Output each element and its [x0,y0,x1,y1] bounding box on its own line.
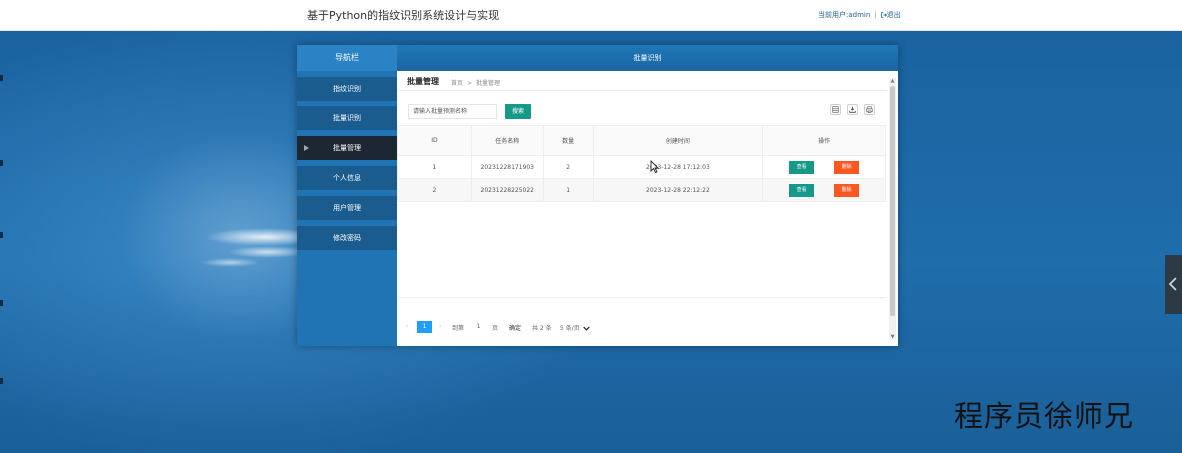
page-title: 批量管理 [407,77,439,86]
sidebar: 导航栏 指纹识别 批量识别 批量管理 个人信息 用户管理 修改密码 [297,45,397,346]
watermark-text: 程序员徐师兄 [954,399,1135,433]
content-area: 批量识别 批量管理 首页>批量管理 搜索 ID 任务名称 数量 创建时间 [397,45,898,346]
prev-page-icon[interactable]: ‹ [406,323,408,330]
edge-mark [0,232,3,238]
search-input[interactable] [408,104,497,119]
sidebar-item-fingerprint-recognition[interactable]: 指纹识别 [297,77,397,101]
export-icon[interactable] [847,104,858,115]
next-page-icon[interactable]: › [439,323,441,330]
sidebar-item-user-management[interactable]: 用户管理 [297,196,397,220]
cell-task-name: 20231228225022 [470,178,544,202]
cell-task-name: 20231228171903 [470,155,544,179]
print-icon[interactable] [864,104,875,115]
sidebar-item-batch-management[interactable]: 批量管理 [297,136,397,160]
page-unit-label: 页 [492,325,499,332]
column-header-created-time: 创建时间 [592,125,764,156]
sidebar-item-label: 批量管理 [333,144,361,152]
sidebar-item-batch-recognition[interactable]: 批量识别 [297,106,397,130]
breadcrumb: 首页 > 批量管理 [451,78,504,87]
sidebar-item-label: 个人信息 [333,174,361,182]
divider [397,297,886,298]
main-panel: 导航栏 指纹识别 批量识别 批量管理 个人信息 用户管理 修改密码 批量识别 批… [297,45,898,346]
column-header-id: ID [397,125,472,156]
table-row: 2 20231228225022 1 2023-12-28 22:12:22 查… [397,178,886,202]
scroll-up-icon[interactable]: ▲ [889,78,896,84]
scroll-down-icon[interactable]: ▼ [889,334,896,340]
vertical-scrollbar[interactable]: ▲ ▼ [889,78,896,340]
cell-count: 1 [542,178,594,202]
scroll-thumb[interactable] [890,86,895,316]
cell-count: 2 [542,155,594,179]
header-separator: | [874,11,877,19]
column-header-count: 数量 [542,125,594,156]
cell-id: 1 [397,155,472,179]
current-user-label: 当前用户:admin [818,11,871,19]
edge-mark [0,300,3,306]
top-bar: 基于Python的指纹识别系统设计与实现 当前用户:admin | 退出 [0,0,1182,31]
view-button[interactable]: 查看 [789,183,815,197]
site-title: 基于Python的指纹识别系统设计与实现 [307,9,500,22]
page-size-value: 5 条/页 [560,325,580,332]
chevron-left-icon [1168,277,1177,291]
search-button[interactable]: 搜索 [505,104,531,119]
logout-label: 退出 [886,11,901,19]
cell-id: 2 [397,178,472,202]
sidebar-item-label: 指纹识别 [333,85,361,93]
table-header-row: ID 任务名称 数量 创建时间 操作 [397,125,886,156]
pagination: ‹ 1 › 到第 1 页 确定 共 2 条 5 条/页 [397,315,886,341]
edge-mark [0,75,3,81]
sidebar-item-personal-info[interactable]: 个人信息 [297,166,397,190]
chevron-down-icon [583,326,590,331]
sidebar-item-change-password[interactable]: 修改密码 [297,226,397,250]
batch-table: ID 任务名称 数量 创建时间 操作 1 20231228171903 2 20… [397,125,886,202]
breadcrumb-home[interactable]: 首页 [451,80,463,87]
breadcrumb-separator: > [467,80,473,87]
sidebar-title: 导航栏 [297,45,397,71]
edge-mark [0,378,3,384]
cell-actions: 查看 删除 [762,155,886,179]
cell-created-time: 2023-12-28 17:12:03 [592,155,764,179]
divider [397,90,887,91]
sidebar-item-label: 用户管理 [333,204,361,212]
view-button[interactable]: 查看 [789,160,815,174]
sidebar-item-label: 修改密码 [333,234,361,242]
column-header-actions: 操作 [762,125,886,156]
columns-icon[interactable] [830,104,841,115]
edge-mark [0,160,3,166]
mouse-cursor-icon [650,160,659,173]
side-collapse-tab[interactable] [1165,255,1182,314]
column-header-task-name: 任务名称 [470,125,544,156]
content-header: 批量识别 [397,45,898,71]
background-cloud [200,258,260,267]
page-size-select[interactable]: 5 条/页 [560,323,590,332]
cell-created-time: 2023-12-28 22:12:22 [592,178,764,202]
cell-actions: 查看 删除 [762,178,886,202]
delete-button[interactable]: 删除 [834,160,860,174]
delete-button[interactable]: 删除 [834,183,860,197]
logout-link[interactable]: 退出 [880,11,901,19]
page-number-current[interactable]: 1 [417,321,432,333]
user-area: 当前用户:admin | 退出 [818,10,901,20]
goto-label: 到第 [452,325,465,332]
goto-confirm-button[interactable]: 确定 [509,323,521,332]
table-row: 1 20231228171903 2 2023-12-28 17:12:03 查… [397,155,886,179]
background-cloud [228,246,308,258]
sidebar-item-label: 批量识别 [333,114,361,122]
total-count: 共 2 条 [532,325,552,332]
goto-page-input[interactable]: 1 [471,321,486,333]
active-arrow-icon [304,145,309,151]
breadcrumb-current: 批量管理 [476,80,501,87]
